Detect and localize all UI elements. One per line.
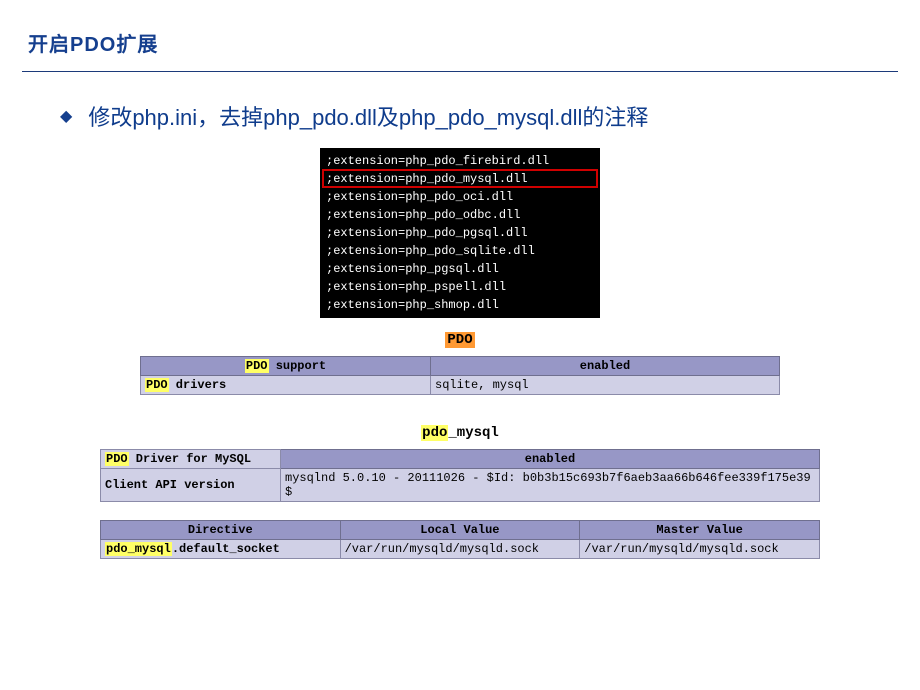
section-pdomysql-label: pdo_mysql	[0, 423, 920, 441]
phpinfo-table-directive: Directive Local Value Master Value pdo_m…	[100, 520, 820, 559]
code-line: ;extension=php_pdo_firebird.dll	[320, 152, 600, 170]
phpinfo-table-pdo: PDO support enabled PDO drivers sqlite, …	[140, 356, 780, 395]
page-title: 开启PDO扩展	[28, 28, 920, 57]
diamond-icon: ◆	[60, 106, 72, 126]
table-cell: pdo_mysql.default_socket	[101, 540, 341, 559]
table-header: enabled	[281, 450, 820, 469]
code-line: ;extension=php_shmop.dll	[320, 296, 600, 314]
table-cell: /var/run/mysqld/mysqld.sock	[580, 540, 820, 559]
table-cell: sqlite, mysql	[431, 376, 780, 395]
table-header: Master Value	[580, 521, 820, 540]
label-highlight: pdo	[421, 425, 448, 441]
label-highlight: PDO	[445, 332, 474, 348]
bullet-text: 修改php.ini，去掉php_pdo.dll及php_pdo_mysql.dl…	[88, 100, 648, 132]
table-header: Local Value	[340, 521, 580, 540]
table-header: enabled	[431, 357, 780, 376]
table-cell: PDO drivers	[141, 376, 431, 395]
table-cell: Client API version	[101, 469, 281, 502]
code-line: ;extension=php_pdo_oci.dll	[320, 188, 600, 206]
code-block: ;extension=php_pdo_firebird.dll ;extensi…	[320, 148, 600, 318]
code-line: ;extension=php_pdo_odbc.dll	[320, 206, 600, 224]
phpinfo-table-pdomysql: PDO Driver for MySQL enabled Client API …	[100, 449, 820, 502]
table-header: PDO support	[141, 357, 431, 376]
code-line: ;extension=php_pdo_sqlite.dll	[320, 242, 600, 260]
bullet-item: ◆ 修改php.ini，去掉php_pdo.dll及php_pdo_mysql.…	[60, 100, 920, 132]
table-cell: PDO Driver for MySQL	[101, 450, 281, 469]
section-pdo-label: PDO	[0, 330, 920, 348]
table-cell: /var/run/mysqld/mysqld.sock	[340, 540, 580, 559]
code-line: ;extension=php_pdo_pgsql.dll	[320, 224, 600, 242]
code-line: ;extension=php_pspell.dll	[320, 278, 600, 296]
table-cell: mysqlnd 5.0.10 - 20111026 - $Id: b0b3b15…	[281, 469, 820, 502]
code-line: ;extension=php_pdo_mysql.dll	[320, 170, 600, 188]
table-header: Directive	[101, 521, 341, 540]
code-line: ;extension=php_pgsql.dll	[320, 260, 600, 278]
